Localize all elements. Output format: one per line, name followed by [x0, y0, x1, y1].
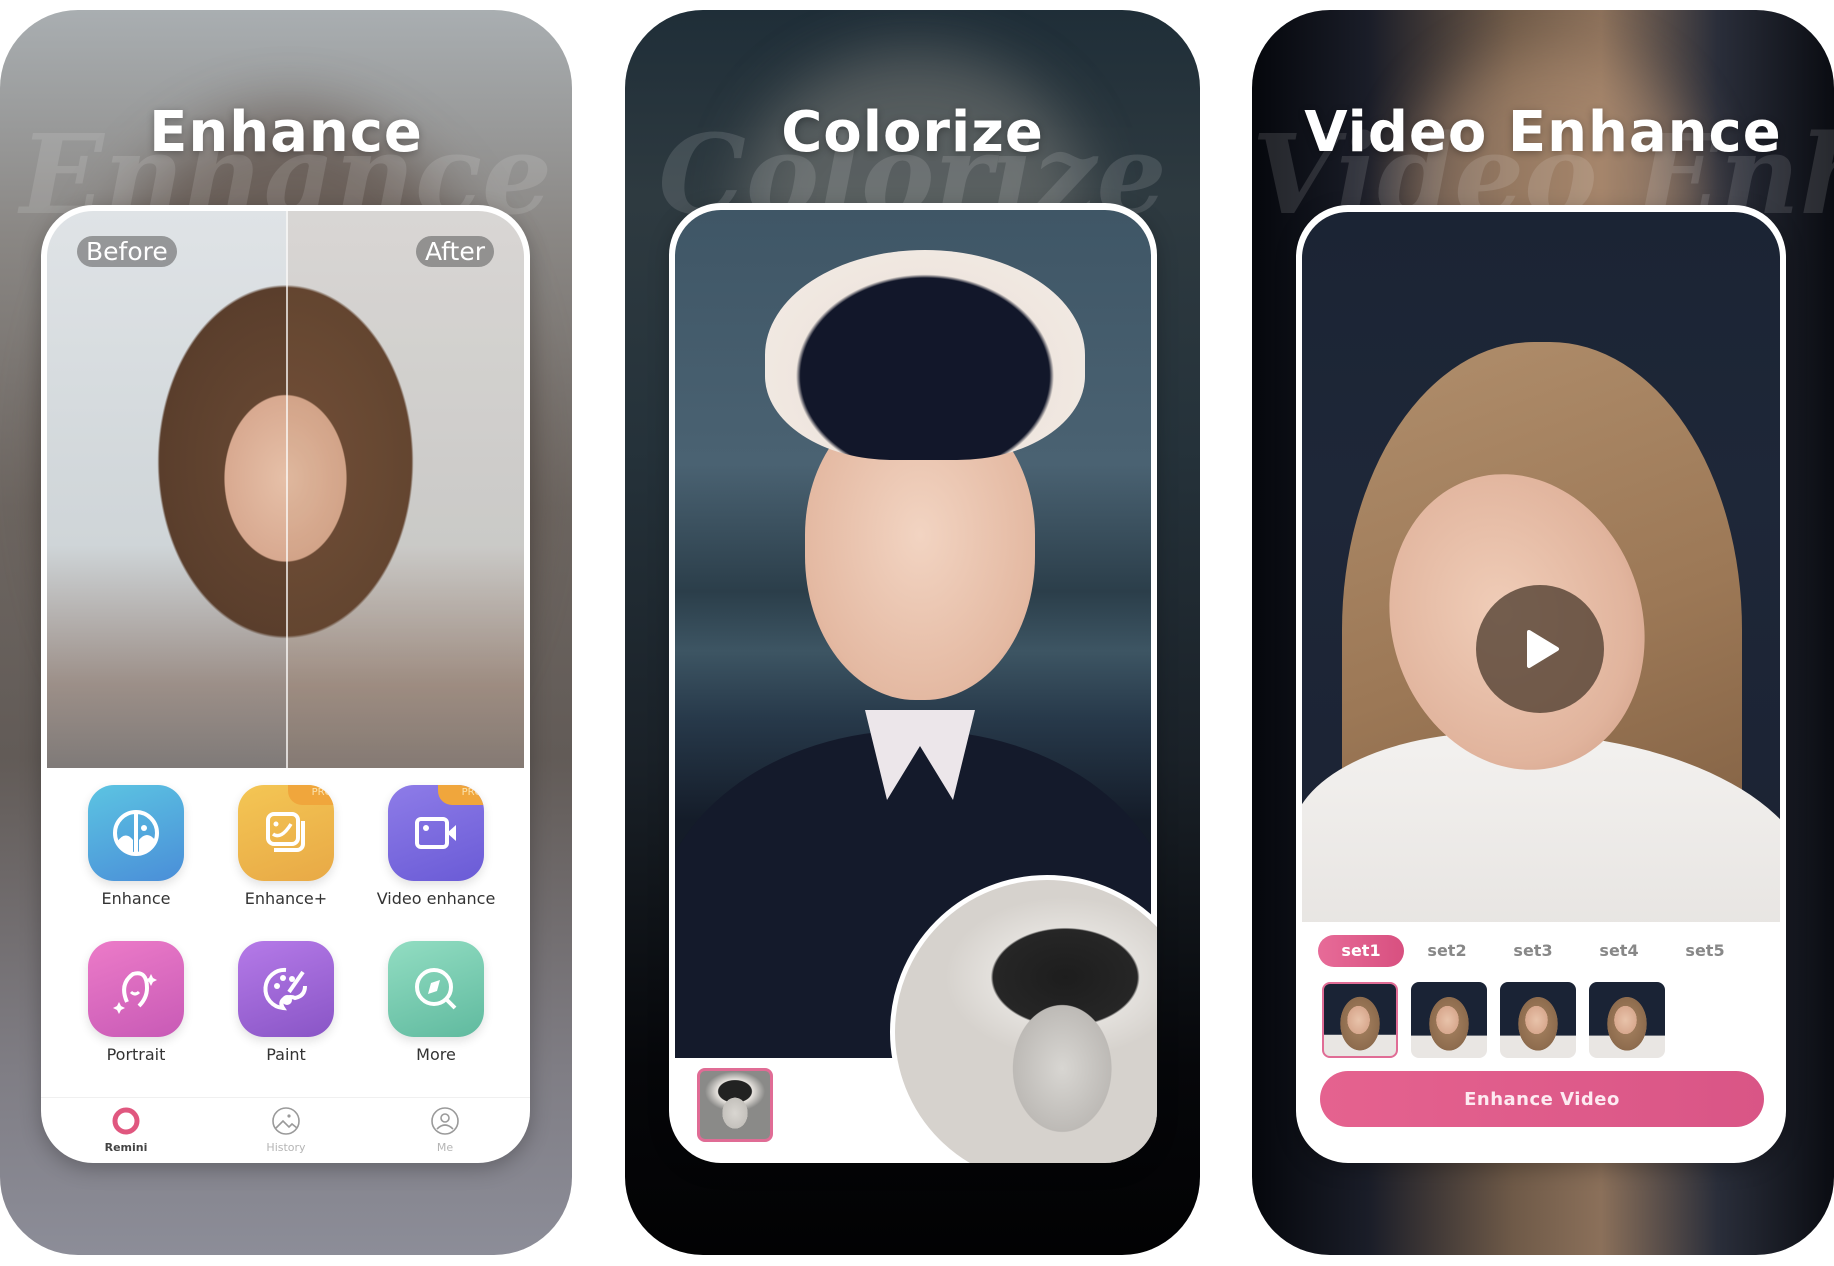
feature-label: Enhance+ — [244, 889, 328, 908]
phone-screen-home: Before After Enhance PRO Enhance+ PRO Vi… — [41, 205, 530, 1163]
pro-badge: PRO — [438, 785, 484, 805]
set-tab[interactable]: set1 — [1318, 935, 1404, 967]
feature-enhance[interactable]: Enhance — [61, 785, 211, 908]
panel-title: Colorize — [781, 100, 1044, 165]
photo-detail — [765, 250, 1085, 460]
play-icon — [1527, 630, 1559, 668]
before-label: Before — [77, 236, 177, 267]
compare-divider[interactable] — [285, 211, 288, 768]
feature-label: Enhance — [101, 889, 171, 908]
video-thumbnail[interactable] — [1500, 982, 1576, 1058]
set-tab[interactable]: set4 — [1576, 935, 1662, 967]
panel-title: Video Enhance — [1304, 100, 1782, 165]
remini-ring-icon — [112, 1107, 140, 1135]
set-tab[interactable]: set5 — [1662, 935, 1748, 967]
feature-portrait[interactable]: Portrait — [61, 941, 211, 1064]
photo-stack-icon: PRO — [238, 785, 334, 881]
after-half — [285, 211, 524, 768]
tab-label: Me — [436, 1141, 454, 1154]
history-landscape-icon — [272, 1107, 300, 1135]
set-tabs: set1 set2 set3 set4 set5 — [1318, 935, 1758, 967]
before-after-photo[interactable]: Before After — [47, 211, 524, 768]
video-preview[interactable] — [1302, 212, 1780, 922]
feature-enhance-plus[interactable]: PRO Enhance+ — [211, 785, 361, 908]
after-label: After — [415, 236, 494, 267]
tab-remini[interactable]: Remini — [86, 1106, 166, 1154]
pro-badge: PRO — [288, 785, 334, 805]
video-enhance-panel: Video Enhance Video Enhance set1 set2 se… — [1252, 10, 1834, 1255]
feature-label: Portrait — [106, 1045, 166, 1064]
feature-video-enhance[interactable]: PRO Video enhance — [361, 785, 511, 908]
feature-more[interactable]: More — [361, 941, 511, 1064]
feature-label: More — [416, 1045, 456, 1064]
feature-paint[interactable]: Paint — [211, 941, 361, 1064]
video-camera-icon: PRO — [388, 785, 484, 881]
compass-search-icon — [388, 941, 484, 1037]
tab-me[interactable]: Me — [405, 1106, 485, 1154]
enhance-panel: Enhance Enhance Before After Enhance PRO — [0, 10, 572, 1255]
enhance-icon — [88, 785, 184, 881]
photo-thumbnail[interactable] — [697, 1068, 773, 1142]
user-icon — [431, 1107, 459, 1135]
phone-screen-colorize — [669, 203, 1157, 1163]
set-tab[interactable]: set3 — [1490, 935, 1576, 967]
panel-title: Enhance — [149, 100, 423, 165]
video-thumbnail[interactable] — [1322, 982, 1398, 1058]
bottom-tab-bar: Remini History Me — [41, 1097, 530, 1163]
phone-screen-video: set1 set2 set3 set4 set5 Enhance Video — [1296, 205, 1786, 1163]
tab-label: Remini — [104, 1141, 148, 1154]
feature-label: Paint — [266, 1045, 306, 1064]
tab-label: History — [266, 1141, 306, 1154]
feature-label: Video enhance — [376, 889, 496, 908]
set-tab[interactable]: set2 — [1404, 935, 1490, 967]
tab-history[interactable]: History — [246, 1106, 326, 1154]
video-thumbnail[interactable] — [1589, 982, 1665, 1058]
enhance-video-button[interactable]: Enhance Video — [1320, 1071, 1764, 1127]
colorize-panel: Colorize Colorize — [625, 10, 1200, 1255]
video-thumbnail[interactable] — [1411, 982, 1487, 1058]
palette-icon — [238, 941, 334, 1037]
portrait-icon — [88, 941, 184, 1037]
play-button[interactable] — [1476, 585, 1604, 713]
